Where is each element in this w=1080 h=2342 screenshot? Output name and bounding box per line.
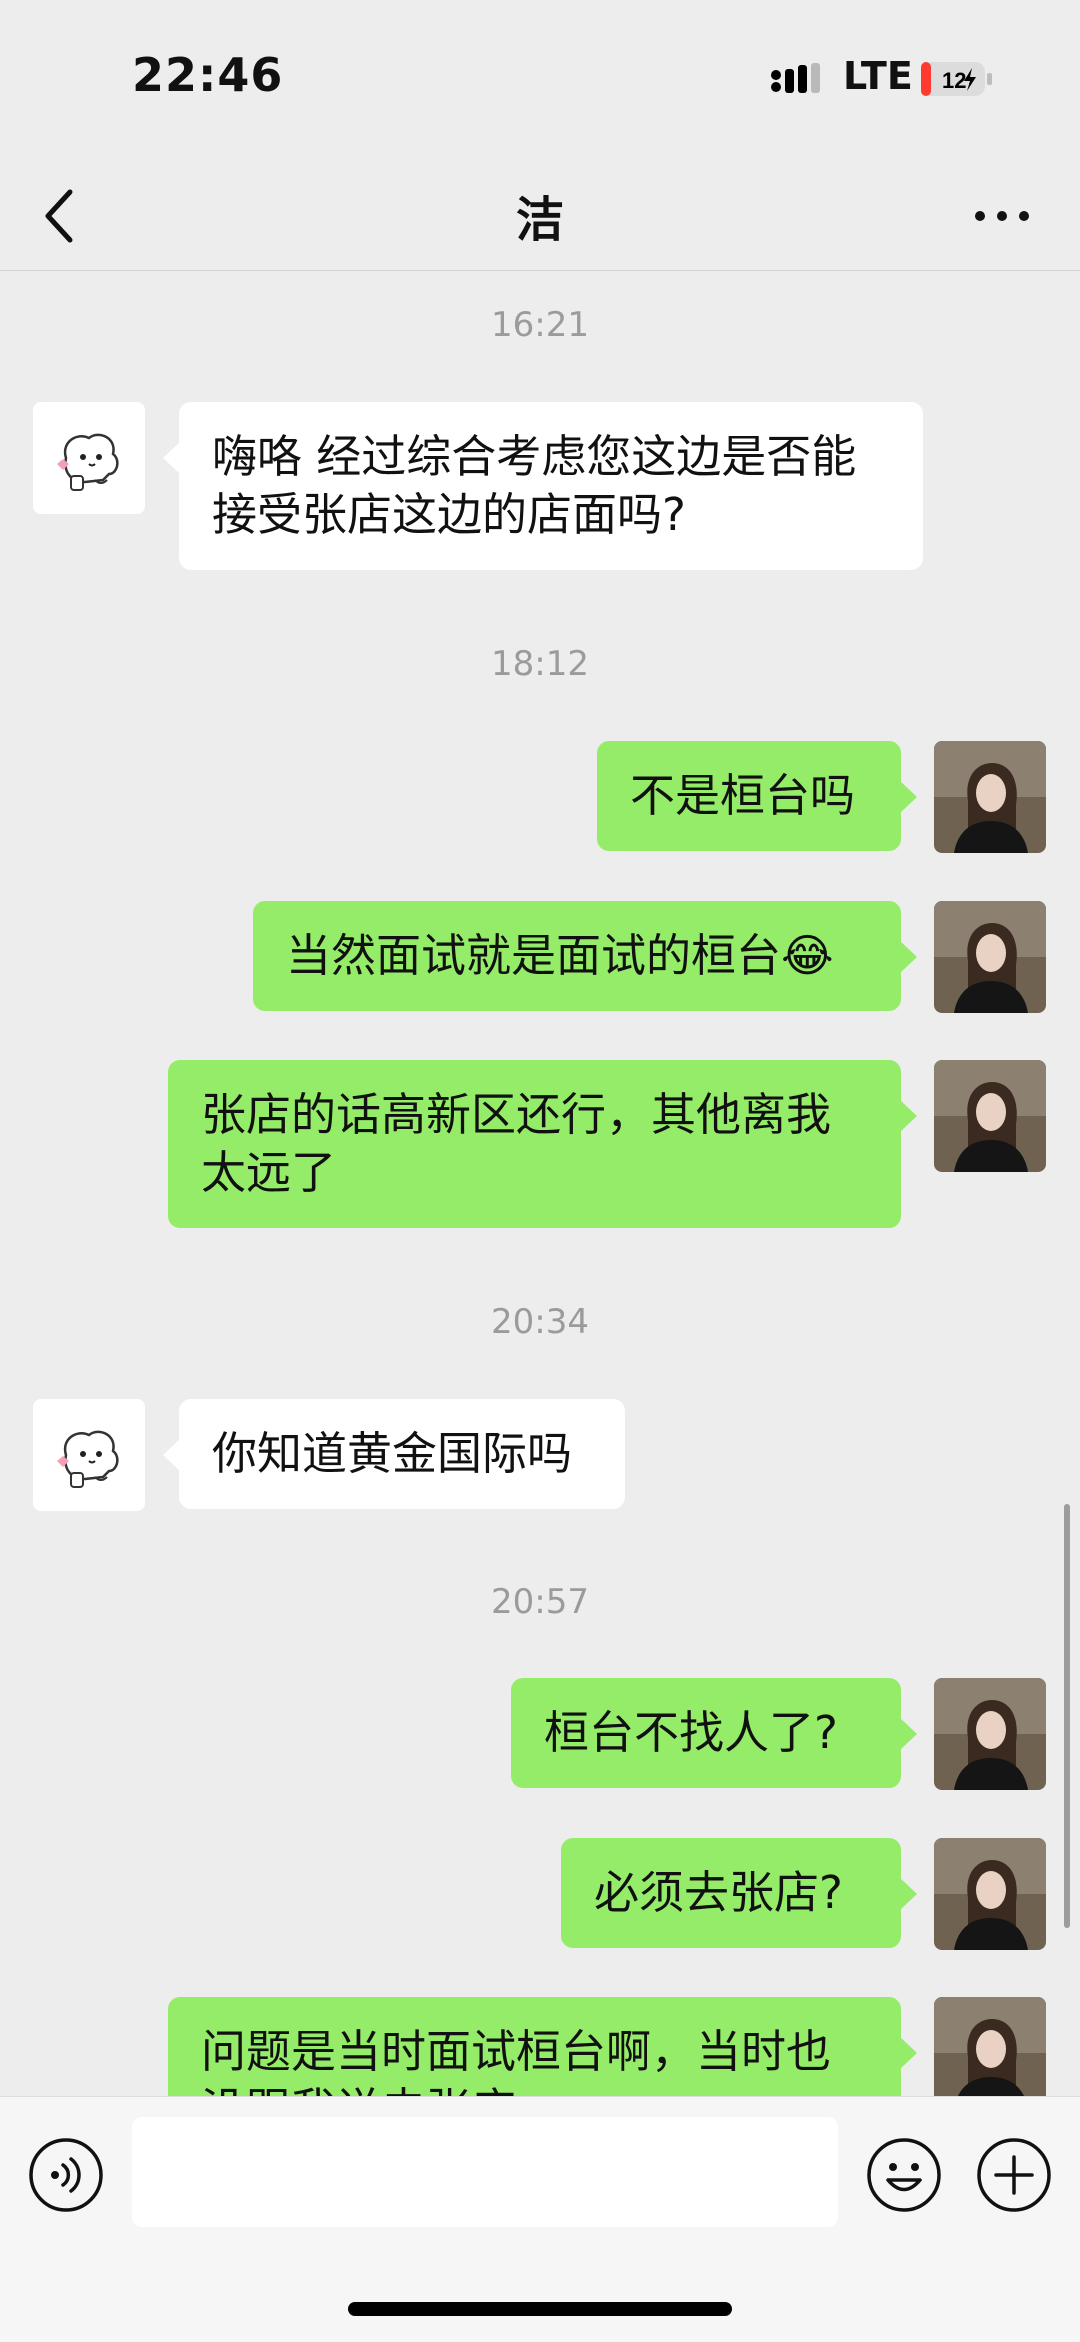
plus-circle-icon[interactable] (976, 2137, 1052, 2213)
sent-message[interactable]: 不是桓台吗 (597, 741, 917, 851)
more-options-icon[interactable] (972, 196, 1032, 236)
user-avatar[interactable] (934, 1678, 1046, 1790)
puppy-avatar-icon (57, 433, 119, 491)
home-indicator[interactable] (348, 2302, 732, 2316)
user-photo-avatar (934, 1997, 1046, 2096)
user-photo-avatar (934, 1678, 1046, 1790)
puppy-avatar-icon (57, 1430, 119, 1488)
chat-area[interactable]: 16:21 嗨咯 经过综合考虑您这边是否能接受张店这边的店面吗? 18:12 不… (0, 272, 1080, 2096)
user-avatar[interactable] (934, 1060, 1046, 1172)
user-photo-avatar (934, 1838, 1046, 1950)
sent-message[interactable]: 张店的话高新区还行，其他离我太远了 (168, 1060, 917, 1228)
svg-text:12: 12 (942, 68, 966, 93)
user-photo-avatar (934, 901, 1046, 1013)
contact-avatar[interactable] (33, 402, 145, 514)
user-photo-avatar (934, 1060, 1046, 1172)
emoji-icon[interactable] (866, 2137, 942, 2213)
user-avatar[interactable] (934, 741, 1046, 853)
sent-message[interactable]: 当然面试就是面试的桓台😂 (253, 901, 917, 1011)
received-message[interactable]: 嗨咯 经过综合考虑您这边是否能接受张店这边的店面吗? (163, 402, 923, 570)
timestamp: 16:21 (491, 305, 589, 345)
signal-icon (771, 63, 820, 93)
nav-bar: 洁 (0, 160, 1080, 271)
chat-title: 洁 (515, 192, 564, 248)
user-avatar[interactable] (934, 1838, 1046, 1950)
user-avatar[interactable] (934, 901, 1046, 1013)
battery-icon: 12 (921, 62, 992, 96)
sent-message[interactable]: 问题是当时面试桓台啊，当时也没跟我说去张店 (168, 1997, 917, 2096)
voice-icon[interactable] (28, 2137, 104, 2213)
timestamp: 18:12 (491, 644, 589, 684)
received-message[interactable]: 你知道黄金国际吗 (163, 1399, 625, 1509)
sent-message[interactable]: 必须去张店? (561, 1838, 917, 1948)
contact-avatar[interactable] (33, 1399, 145, 1511)
network-type: LTE (843, 54, 913, 98)
message-input[interactable] (132, 2117, 838, 2227)
timestamp: 20:57 (491, 1582, 589, 1622)
status-bar: 22:46 LTE 12 (0, 0, 1080, 160)
status-time: 22:46 (132, 48, 284, 102)
timestamp: 20:34 (491, 1302, 589, 1342)
scrollbar[interactable] (1064, 1504, 1070, 1928)
user-avatar[interactable] (934, 1997, 1046, 2096)
sent-message[interactable]: 桓台不找人了? (511, 1678, 917, 1788)
user-photo-avatar (934, 741, 1046, 853)
